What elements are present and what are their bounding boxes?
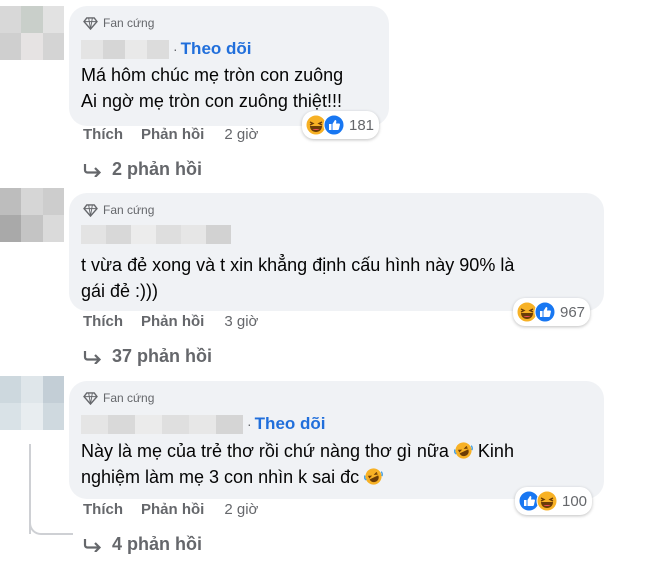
replies-count-label: 37 phản hồi (112, 346, 213, 366)
reaction-summary[interactable]: 181 (302, 111, 380, 139)
view-replies-link[interactable]: 37 phản hồi (83, 346, 212, 367)
reply-button[interactable]: Phản hồi (141, 501, 204, 518)
reaction-summary[interactable]: 967 (513, 298, 591, 326)
fan-badge: Fan cứng (83, 391, 154, 405)
username-blurred[interactable] (81, 39, 169, 59)
like-button[interactable]: Thích (83, 126, 123, 143)
separator-dot: · (173, 41, 178, 57)
reaction-count: 967 (560, 303, 586, 321)
badge-label: Fan cứng (103, 391, 155, 405)
fan-badge: Fan cứng (83, 203, 154, 217)
avatar[interactable] (0, 376, 64, 430)
replies-count-label: 4 phản hồi (112, 534, 202, 554)
fan-badge: Fan cứng (83, 16, 154, 30)
badge-label: Fan cứng (103, 203, 155, 217)
reply-button[interactable]: Phản hồi (141, 126, 204, 143)
reply-arrow-icon (83, 350, 102, 364)
badge-label: Fan cứng (103, 16, 155, 30)
follow-link[interactable]: Theo dõi (181, 39, 252, 59)
comment-time[interactable]: 2 giờ (224, 126, 258, 143)
comment-bubble: Fan cứng t vừa đẻ xong và t xin khẳng đị… (69, 193, 604, 311)
reply-arrow-icon (83, 163, 102, 177)
like-icon (323, 114, 345, 136)
comment-text: Má hôm chúc mẹ tròn con zuông Ai ngờ mẹ … (81, 65, 344, 111)
rofl-emoji-icon (453, 442, 473, 459)
diamond-icon (83, 203, 98, 217)
follow-link[interactable]: Theo dõi (255, 414, 326, 434)
rofl-emoji-icon (364, 468, 384, 485)
replies-count-label: 2 phản hồi (112, 159, 202, 179)
reaction-count: 100 (562, 492, 588, 510)
reply-button[interactable]: Phản hồi (141, 313, 204, 330)
reply-thread-curve (29, 515, 73, 535)
avatar[interactable] (0, 6, 64, 60)
username-blurred[interactable] (81, 225, 231, 244)
username-blurred[interactable] (81, 414, 243, 434)
haha-icon (536, 490, 558, 512)
reply-arrow-icon (83, 538, 102, 552)
comment-time[interactable]: 3 giờ (224, 313, 258, 330)
diamond-icon (83, 16, 98, 30)
comment-bubble: Fan cứng · Theo dõi Má hôm chúc mẹ tròn … (69, 6, 389, 126)
like-button[interactable]: Thích (83, 501, 123, 518)
comment-time[interactable]: 2 giờ (224, 501, 258, 518)
comment-text: t vừa đẻ xong và t xin khẳng định cấu hì… (81, 255, 515, 301)
view-replies-link[interactable]: 4 phản hồi (83, 534, 202, 555)
diamond-icon (83, 391, 98, 405)
comment-text: Này là mẹ của trẻ thơ rồi chứ nàng thơ g… (81, 441, 514, 487)
like-icon (534, 301, 556, 323)
comment-bubble: Fan cứng · Theo dõi Này là mẹ của trẻ th… (69, 381, 604, 499)
avatar[interactable] (0, 188, 64, 242)
view-replies-link[interactable]: 2 phản hồi (83, 159, 202, 180)
like-button[interactable]: Thích (83, 313, 123, 330)
reaction-summary[interactable]: 100 (515, 487, 593, 515)
separator-dot: · (247, 416, 252, 432)
reaction-count: 181 (349, 116, 375, 134)
